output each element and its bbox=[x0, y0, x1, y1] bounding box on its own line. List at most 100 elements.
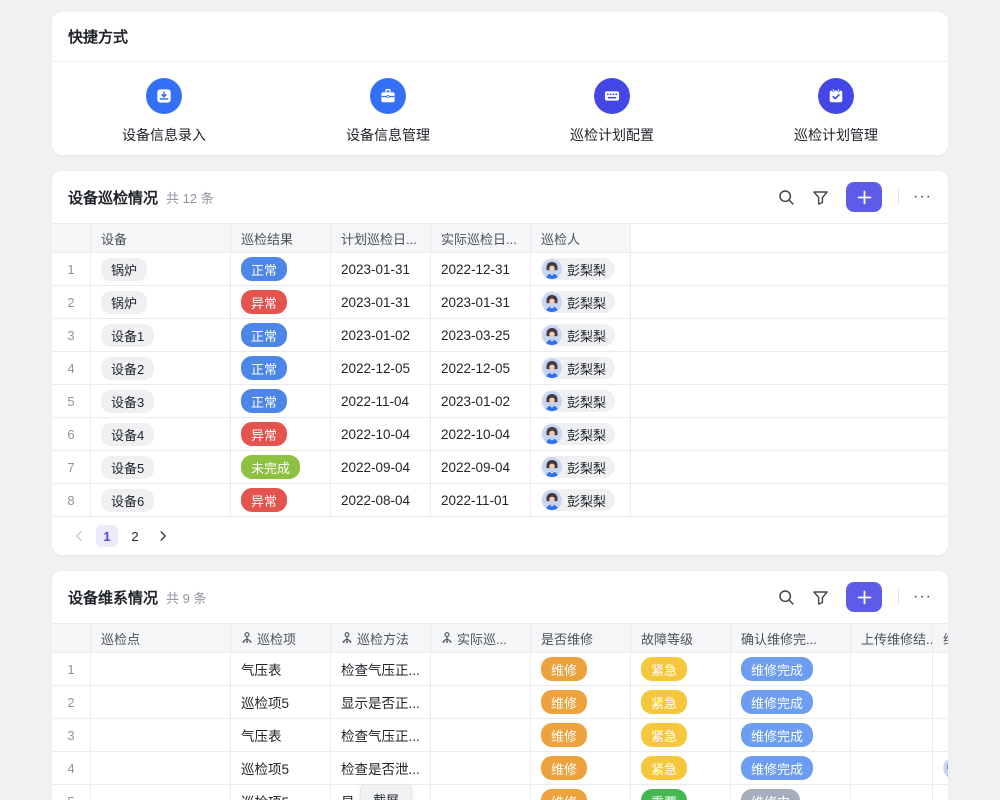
column-header-0[interactable]: 设备 bbox=[91, 224, 231, 252]
column-header-2[interactable]: 计划巡检日... bbox=[331, 224, 431, 252]
table-cell[interactable] bbox=[431, 719, 531, 751]
table-cell[interactable]: 维修 bbox=[531, 785, 631, 800]
table-cell[interactable] bbox=[851, 785, 933, 800]
table-cell[interactable]: 正常 bbox=[231, 352, 331, 384]
table-cell[interactable]: 异常 bbox=[231, 418, 331, 450]
table-cell[interactable]: 彭梨梨 bbox=[531, 319, 631, 351]
filter-icon[interactable] bbox=[810, 587, 830, 607]
more-options-icon[interactable]: ··· bbox=[913, 189, 932, 205]
table-cell[interactable]: 检查是否泄... bbox=[331, 752, 431, 784]
table-cell[interactable]: 锅炉 bbox=[91, 286, 231, 318]
table-cell[interactable]: 显示是否正... bbox=[331, 686, 431, 718]
table-cell[interactable] bbox=[431, 785, 531, 800]
table-cell[interactable]: 检查气压正... bbox=[331, 653, 431, 685]
table-cell[interactable] bbox=[431, 653, 531, 685]
table-row[interactable]: 4巡检项5检查是否泄...维修紧急维修完成 bbox=[52, 752, 948, 785]
table-cell[interactable]: 2023-01-02 bbox=[331, 319, 431, 351]
table-cell[interactable] bbox=[431, 752, 531, 784]
table-cell[interactable]: 彭梨梨 bbox=[531, 286, 631, 318]
table-cell[interactable]: 维修完成 bbox=[731, 719, 851, 751]
table-cell[interactable]: 彭梨梨 bbox=[531, 253, 631, 285]
table-row[interactable]: 3设备1正常2023-01-022023-03-25彭梨梨 bbox=[52, 319, 948, 352]
table-row[interactable]: 1气压表检查气压正...维修紧急维修完成 bbox=[52, 653, 948, 686]
table-cell[interactable]: 维修 bbox=[531, 686, 631, 718]
column-header-3[interactable]: 实际巡检日... bbox=[431, 224, 531, 252]
table-cell[interactable] bbox=[933, 785, 948, 800]
table-cell[interactable]: 异常 bbox=[231, 286, 331, 318]
next-page-icon[interactable] bbox=[152, 525, 174, 547]
table-cell[interactable]: 气压表 bbox=[231, 653, 331, 685]
page-button-2[interactable]: 2 bbox=[124, 525, 146, 547]
table-cell[interactable]: 彭梨梨 bbox=[531, 418, 631, 450]
table-cell[interactable]: 气压表 bbox=[231, 719, 331, 751]
table-cell[interactable]: 正常 bbox=[231, 319, 331, 351]
table-cell[interactable]: 2022-12-05 bbox=[431, 352, 531, 384]
column-header-1[interactable]: 巡检结果 bbox=[231, 224, 331, 252]
table-cell[interactable]: 维修完成 bbox=[731, 686, 851, 718]
table-cell[interactable]: 设备1 bbox=[91, 319, 231, 351]
table-cell[interactable] bbox=[91, 752, 231, 784]
table-cell[interactable]: 2023-01-31 bbox=[331, 253, 431, 285]
table-row[interactable]: 1锅炉正常2023-01-312022-12-31彭梨梨 bbox=[52, 253, 948, 286]
table-cell[interactable] bbox=[851, 686, 933, 718]
table-cell[interactable]: 维修中 bbox=[731, 785, 851, 800]
search-icon[interactable] bbox=[776, 187, 796, 207]
table-cell[interactable]: 2022-10-04 bbox=[431, 418, 531, 450]
column-header-0[interactable]: 巡检点 bbox=[91, 624, 231, 652]
table-cell[interactable]: 设备3 bbox=[91, 385, 231, 417]
column-header-5[interactable]: 故障等级 bbox=[631, 624, 731, 652]
column-header-2[interactable]: 巡检方法 bbox=[331, 624, 431, 652]
table-row[interactable]: 5设备3正常2022-11-042023-01-02彭梨梨 bbox=[52, 385, 948, 418]
table-row[interactable]: 3气压表检查气压正...维修紧急维修完成 bbox=[52, 719, 948, 752]
column-header-4[interactable]: 巡检人 bbox=[531, 224, 631, 252]
table-cell[interactable]: 2023-03-25 bbox=[431, 319, 531, 351]
table-cell[interactable]: 设备4 bbox=[91, 418, 231, 450]
table-cell[interactable]: 正常 bbox=[231, 385, 331, 417]
table-cell[interactable] bbox=[851, 752, 933, 784]
table-cell[interactable] bbox=[933, 719, 948, 751]
table-cell[interactable]: 2022-12-31 bbox=[431, 253, 531, 285]
search-icon[interactable] bbox=[776, 587, 796, 607]
table-cell[interactable]: 正常 bbox=[231, 253, 331, 285]
table-row[interactable]: 4设备2正常2022-12-052022-12-05彭梨梨 bbox=[52, 352, 948, 385]
add-record-button[interactable] bbox=[846, 582, 882, 612]
table-cell[interactable] bbox=[933, 653, 948, 685]
table-cell[interactable]: 维修 bbox=[531, 719, 631, 751]
table-cell[interactable]: 紧急 bbox=[631, 719, 731, 751]
table-cell[interactable]: 紧急 bbox=[631, 653, 731, 685]
table-cell[interactable]: 维修 bbox=[531, 752, 631, 784]
table-cell[interactable]: 设备5 bbox=[91, 451, 231, 483]
filter-icon[interactable] bbox=[810, 187, 830, 207]
table-cell[interactable] bbox=[91, 686, 231, 718]
table-cell[interactable] bbox=[91, 653, 231, 685]
column-header-8[interactable]: 维 bbox=[933, 624, 948, 652]
table-cell[interactable]: 重要 bbox=[631, 785, 731, 800]
table-cell[interactable]: 巡检项5 bbox=[231, 686, 331, 718]
page-button-1[interactable]: 1 bbox=[96, 525, 118, 547]
table-cell[interactable]: 彭梨梨 bbox=[531, 352, 631, 384]
table-cell[interactable] bbox=[933, 752, 948, 784]
shortcut-item-4[interactable]: 巡检计划管理 bbox=[724, 78, 948, 145]
table-cell[interactable]: 2022-11-04 bbox=[331, 385, 431, 417]
table-cell[interactable]: 紧急 bbox=[631, 752, 731, 784]
table-cell[interactable]: 紧急 bbox=[631, 686, 731, 718]
table-cell[interactable] bbox=[851, 719, 933, 751]
column-header-7[interactable]: 上传维修结... bbox=[851, 624, 933, 652]
table-row[interactable]: 8设备6异常2022-08-042022-11-01彭梨梨 bbox=[52, 484, 948, 517]
add-record-button[interactable] bbox=[846, 182, 882, 212]
table-row[interactable]: 5巡检项5显...维修重要维修中 bbox=[52, 785, 948, 800]
table-cell[interactable]: 维修 bbox=[531, 653, 631, 685]
table-cell[interactable]: 2022-09-04 bbox=[431, 451, 531, 483]
table-cell[interactable] bbox=[431, 686, 531, 718]
table-cell[interactable]: 2023-01-31 bbox=[431, 286, 531, 318]
table-cell[interactable]: 2022-08-04 bbox=[331, 484, 431, 516]
more-options-icon[interactable]: ··· bbox=[913, 589, 932, 605]
prev-page-icon[interactable] bbox=[68, 525, 90, 547]
table-cell[interactable]: 2022-12-05 bbox=[331, 352, 431, 384]
column-header-4[interactable]: 是否维修 bbox=[531, 624, 631, 652]
table-cell[interactable] bbox=[933, 686, 948, 718]
column-header-1[interactable]: 巡检项 bbox=[231, 624, 331, 652]
table-cell[interactable]: 异常 bbox=[231, 484, 331, 516]
table-cell[interactable]: 2022-09-04 bbox=[331, 451, 431, 483]
table-row[interactable]: 2巡检项5显示是否正...维修紧急维修完成 bbox=[52, 686, 948, 719]
